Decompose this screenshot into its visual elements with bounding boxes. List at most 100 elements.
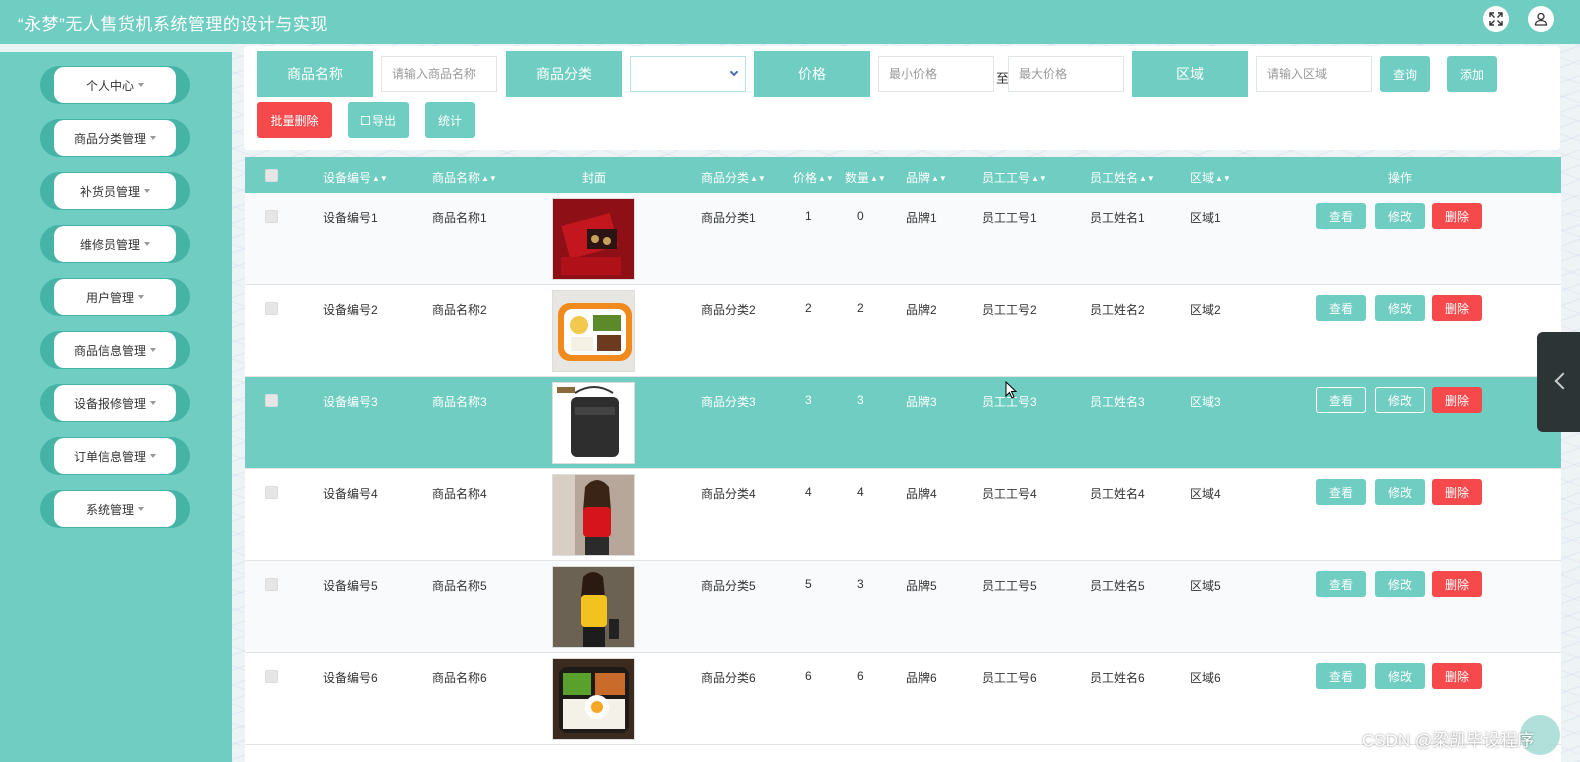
sidebar-item-repair-management[interactable]: 设备报修管理 (40, 384, 190, 422)
mouse-cursor-icon (1005, 381, 1017, 399)
cell-name: 商品名称3 (432, 395, 487, 409)
edit-button[interactable]: 修改 (1375, 203, 1425, 229)
sort-icon: ▲▼ (1139, 174, 1155, 183)
view-button[interactable]: 查看 (1316, 663, 1366, 689)
user-icon (1534, 12, 1548, 26)
caret-down-icon (144, 189, 150, 193)
col-brand[interactable]: 品牌▲▼ (906, 169, 947, 186)
col-emp-name[interactable]: 员工姓名▲▼ (1090, 169, 1155, 186)
row-checkbox[interactable] (265, 578, 278, 591)
sidebar-item-user-management[interactable]: 用户管理 (40, 278, 190, 316)
cell-region: 区域6 (1190, 671, 1221, 685)
category-select[interactable] (630, 56, 746, 92)
user-button[interactable] (1528, 6, 1554, 32)
max-price-input[interactable] (1008, 56, 1124, 92)
sort-icon: ▲▼ (1215, 174, 1231, 183)
min-price-input[interactable] (878, 56, 994, 92)
export-button[interactable]: 导出 (348, 102, 409, 138)
stats-button[interactable]: 统计 (425, 102, 475, 138)
delete-button[interactable]: 删除 (1432, 387, 1482, 413)
edit-button[interactable]: 修改 (1375, 479, 1425, 505)
cell-name: 商品名称6 (432, 671, 487, 685)
cell-region: 区域3 (1190, 395, 1221, 409)
table-header: 设备编号▲▼ 商品名称▲▼ 封面 商品分类▲▼ 价格▲▼ 数量▲▼ 品牌▲▼ 员… (245, 157, 1561, 193)
delete-button[interactable]: 删除 (1432, 663, 1482, 689)
cell-name: 商品名称2 (432, 303, 487, 317)
cell-device-no: 设备编号5 (323, 579, 378, 593)
row-checkbox[interactable] (265, 670, 278, 683)
select-all-checkbox[interactable] (265, 169, 278, 182)
cell-brand: 品牌1 (906, 211, 937, 225)
sidebar-item-category-management[interactable]: 商品分类管理 (40, 119, 190, 157)
cell-emp-no: 员工工号2 (982, 303, 1037, 317)
cell-price: 3 (805, 393, 812, 407)
sidebar-item-repairer-management[interactable]: 维修员管理 (40, 225, 190, 263)
price-label: 价格 (754, 51, 870, 97)
collapse-panel-tab[interactable] (1537, 332, 1580, 432)
sidebar-item-system-management[interactable]: 系统管理 (40, 490, 190, 528)
cell-region: 区域4 (1190, 487, 1221, 501)
caret-down-icon (138, 295, 144, 299)
view-button[interactable]: 查看 (1316, 479, 1366, 505)
sidebar-item-label: 用户管理 (85, 290, 134, 305)
edit-button[interactable]: 修改 (1375, 663, 1425, 689)
view-button[interactable]: 查看 (1316, 295, 1366, 321)
col-price[interactable]: 价格▲▼ (793, 169, 834, 186)
region-input[interactable] (1256, 56, 1372, 92)
table-row[interactable]: 设备编号2 商品名称2 商品分类2 2 2 品牌2 员工工号2 员工姓名2 区域2 查看 修改 删除 (245, 285, 1561, 377)
delete-button[interactable]: 删除 (1432, 295, 1482, 321)
sidebar-item-restocker-management[interactable]: 补货员管理 (40, 172, 190, 210)
cell-quantity: 2 (857, 301, 864, 315)
column-label: 价格 (793, 171, 818, 185)
cell-category: 商品分类1 (701, 211, 756, 225)
row-checkbox[interactable] (265, 394, 278, 407)
delete-button[interactable]: 删除 (1432, 571, 1482, 597)
edit-button[interactable]: 修改 (1375, 571, 1425, 597)
sidebar-item-product-management[interactable]: 商品信息管理 (40, 331, 190, 369)
edit-button[interactable]: 修改 (1375, 387, 1425, 413)
query-button[interactable]: 查询 (1380, 56, 1430, 92)
row-checkbox[interactable] (265, 210, 278, 223)
col-region[interactable]: 区域▲▼ (1190, 169, 1231, 186)
cell-emp-no: 员工工号1 (982, 211, 1037, 225)
view-button[interactable]: 查看 (1316, 203, 1366, 229)
cell-emp-name: 员工姓名1 (1090, 211, 1145, 225)
col-quantity[interactable]: 数量▲▼ (845, 169, 886, 186)
add-button[interactable]: 添加 (1447, 56, 1497, 92)
sidebar-item-label: 商品信息管理 (73, 343, 146, 358)
fullscreen-button[interactable] (1483, 6, 1509, 32)
cell-emp-no: 员工工号6 (982, 671, 1037, 685)
batch-delete-button[interactable]: 批量删除 (257, 102, 332, 138)
cell-name: 商品名称4 (432, 487, 487, 501)
table-row[interactable]: 设备编号4 商品名称4 商品分类4 4 4 品牌4 员工工号4 员工姓名4 区域4 查看 修改 删除 (245, 469, 1561, 561)
top-header: “永梦”无人售货机系统管理的设计与实现 (0, 0, 1580, 44)
cell-emp-name: 员工姓名6 (1090, 671, 1145, 685)
col-device-no[interactable]: 设备编号▲▼ (323, 169, 388, 186)
sidebar-item-label: 个人中心 (85, 78, 134, 93)
cell-brand: 品牌5 (906, 579, 937, 593)
cell-quantity: 3 (857, 393, 864, 407)
sidebar-item-label: 订单信息管理 (73, 449, 146, 464)
cell-price: 5 (805, 577, 812, 591)
view-button[interactable]: 查看 (1316, 571, 1366, 597)
sort-icon: ▲▼ (481, 174, 497, 183)
cell-emp-name: 员工姓名2 (1090, 303, 1145, 317)
delete-button[interactable]: 删除 (1432, 479, 1482, 505)
name-search-input[interactable] (381, 56, 497, 92)
table-row[interactable]: 设备编号5 商品名称5 商品分类5 5 3 品牌5 员工工号5 员工姓名5 区域5 查看 修改 删除 (245, 561, 1561, 653)
sort-icon: ▲▼ (931, 174, 947, 183)
row-checkbox[interactable] (265, 302, 278, 315)
cell-region: 区域2 (1190, 303, 1221, 317)
col-name[interactable]: 商品名称▲▼ (432, 169, 497, 186)
table-row[interactable]: 设备编号3 商品名称3 商品分类3 3 3 品牌3 员工工号3 员工姓名3 区域3 查看 修改 删除 (245, 377, 1561, 469)
edit-button[interactable]: 修改 (1375, 295, 1425, 321)
delete-button[interactable]: 删除 (1432, 203, 1482, 229)
sidebar-item-personal-center[interactable]: 个人中心 (40, 66, 190, 104)
col-category[interactable]: 商品分类▲▼ (701, 169, 766, 186)
table-row[interactable]: 设备编号1 商品名称1 商品分类1 1 0 品牌1 员工工号1 员工姓名1 区域1 查看 修改 删除 (245, 193, 1561, 285)
sidebar-item-label: 商品分类管理 (73, 131, 146, 146)
col-emp-no[interactable]: 员工工号▲▼ (982, 169, 1047, 186)
row-checkbox[interactable] (265, 486, 278, 499)
view-button[interactable]: 查看 (1316, 387, 1366, 413)
sidebar-item-order-management[interactable]: 订单信息管理 (40, 437, 190, 475)
